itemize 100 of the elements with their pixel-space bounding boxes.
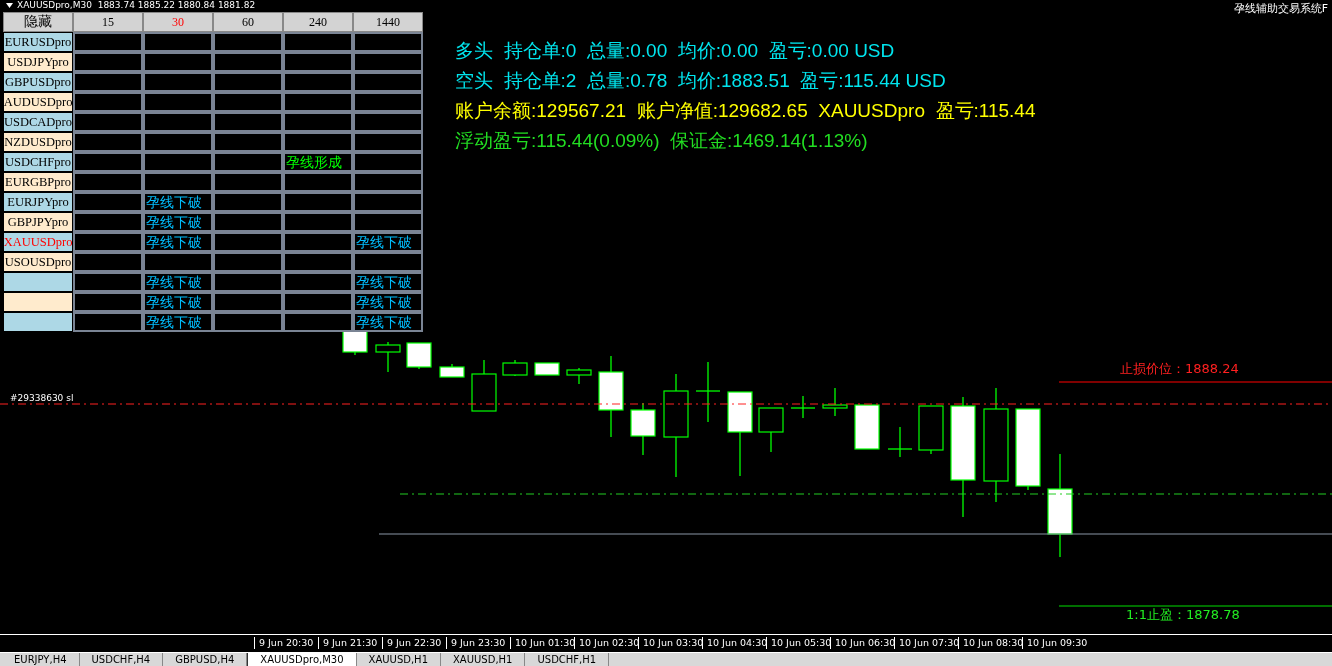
- candle: [887, 426, 913, 458]
- hide-button[interactable]: 隐藏: [3, 12, 73, 32]
- candle: [758, 407, 784, 453]
- time-axis-label: 9 Jun 21:30: [318, 637, 378, 649]
- chart-tab[interactable]: USDCHF,H1: [525, 653, 610, 666]
- candle: [566, 367, 592, 385]
- time-axis-label: 10 Jun 08:30: [958, 637, 1024, 649]
- symbol-button[interactable]: NZDUSDpro: [3, 132, 73, 152]
- table-cell: [283, 252, 353, 272]
- signal-text: 孕线形成: [286, 154, 342, 170]
- table-cell: [213, 132, 283, 152]
- candle: [854, 404, 880, 450]
- signal-text: 孕线下破: [356, 294, 412, 310]
- table-cell: [213, 32, 283, 52]
- timeframe-header[interactable]: 15: [73, 12, 143, 32]
- table-cell: [283, 112, 353, 132]
- table-cell: [143, 52, 213, 72]
- table-cell: [143, 72, 213, 92]
- table-cell: [283, 32, 353, 52]
- chart-tab[interactable]: XAUUSD,H1: [441, 653, 526, 666]
- table-cell: [283, 52, 353, 72]
- signal-text: 孕线下破: [146, 294, 202, 310]
- take-profit-label: 1:1止盈：1878.78: [1126, 608, 1240, 621]
- symbol-button[interactable]: [3, 292, 73, 312]
- timeframe-header[interactable]: 1440: [353, 12, 423, 32]
- chart-tab[interactable]: USDCHF,H4: [79, 653, 164, 666]
- symbol-button[interactable]: [3, 312, 73, 332]
- table-cell: [213, 112, 283, 132]
- table-cell: [73, 152, 143, 172]
- table-cell: [73, 32, 143, 52]
- chart-tab[interactable]: EURJPY,H4: [2, 653, 80, 666]
- table-cell: [283, 92, 353, 112]
- symbol-button[interactable]: USDCHFpro: [3, 152, 73, 172]
- signal-text: 孕线下破: [146, 274, 202, 290]
- table-cell: [283, 212, 353, 232]
- timeframe-header[interactable]: 60: [213, 12, 283, 32]
- symbol-button[interactable]: EURUSDpro: [3, 32, 73, 52]
- symbol-button[interactable]: GBPUSDpro: [3, 72, 73, 92]
- symbol-button[interactable]: EURGBPpro: [3, 172, 73, 192]
- candle: [630, 402, 656, 456]
- symbol-button[interactable]: [3, 272, 73, 292]
- signal-text: 孕线下破: [356, 314, 412, 330]
- time-axis-label: 10 Jun 09:30: [1022, 637, 1088, 649]
- symbol-button[interactable]: USDJPYpro: [3, 52, 73, 72]
- candle: [471, 359, 497, 412]
- candle: [822, 387, 848, 417]
- chart-tab[interactable]: XAUUSDpro,M30: [247, 653, 357, 666]
- candle: [790, 395, 816, 419]
- candle: [375, 341, 401, 373]
- chart-tab[interactable]: XAUUSD,H1: [356, 653, 441, 666]
- chart-title: XAUUSDpro,M30 1883.74 1885.22 1880.84 1881.82: [17, 0, 256, 11]
- time-axis-label: 9 Jun 23:30: [446, 637, 506, 649]
- table-cell: [213, 72, 283, 92]
- table-cell: [73, 52, 143, 72]
- stop-loss-label: 止损价位：1888.24: [1120, 362, 1239, 375]
- table-cell: [143, 112, 213, 132]
- table-cell: [283, 72, 353, 92]
- candle: [439, 363, 465, 378]
- time-axis-label: 10 Jun 04:30: [702, 637, 768, 649]
- table-cell: [283, 192, 353, 212]
- table-cell: [143, 152, 213, 172]
- account-info-line: 浮动盈亏:115.44(0.09%) 保证金:1469.14(1.13%): [455, 130, 869, 151]
- time-axis-label: 9 Jun 22:30: [382, 637, 442, 649]
- symbol-button[interactable]: EURJPYpro: [3, 192, 73, 212]
- system-title: 孕线辅助交易系统F: [1233, 2, 1328, 15]
- table-cell: [73, 92, 143, 112]
- table-cell: [213, 252, 283, 272]
- table-cell: [73, 132, 143, 152]
- candle: [502, 359, 528, 377]
- table-cell: [73, 112, 143, 132]
- timeframe-header[interactable]: 240: [283, 12, 353, 32]
- table-cell: [213, 92, 283, 112]
- account-info-line: 账户余额:129567.21 账户净值:129682.65 XAUUSDpro 盈亏:115.44: [455, 100, 1036, 121]
- table-cell: [353, 192, 423, 212]
- candle: [534, 362, 560, 376]
- candle: [342, 329, 368, 356]
- table-cell: [73, 172, 143, 192]
- symbol-button[interactable]: AUDUSDpro: [3, 92, 73, 112]
- candle: [406, 342, 432, 370]
- table-cell: [353, 92, 423, 112]
- signal-text: 孕线下破: [146, 194, 202, 210]
- time-axis-label: 9 Jun 20:30: [254, 637, 314, 649]
- table-cell: [353, 52, 423, 72]
- dropdown-icon[interactable]: [6, 3, 13, 8]
- table-cell: [143, 132, 213, 152]
- table-cell: [213, 172, 283, 192]
- signal-text: 孕线下破: [356, 234, 412, 250]
- time-axis-label: 10 Jun 02:30: [574, 637, 640, 649]
- time-axis-label: 10 Jun 06:30: [830, 637, 896, 649]
- symbol-button[interactable]: USDCADpro: [3, 112, 73, 132]
- table-cell: [73, 252, 143, 272]
- table-cell: [353, 112, 423, 132]
- candle: [918, 405, 944, 455]
- account-info-line: 空头 持仓单:2 总量:0.78 均价:1883.51 盈亏:115.44 USD: [455, 70, 947, 91]
- signal-text: 孕线下破: [356, 274, 412, 290]
- symbol-button[interactable]: USOUSDpro: [3, 252, 73, 272]
- account-info-line: 多头 持仓单:0 总量:0.00 均价:0.00 盈亏:0.00 USD: [455, 40, 896, 61]
- time-axis-label: 10 Jun 05:30: [766, 637, 832, 649]
- table-cell: [143, 92, 213, 112]
- symbol-button[interactable]: GBPJPYpro: [3, 212, 73, 232]
